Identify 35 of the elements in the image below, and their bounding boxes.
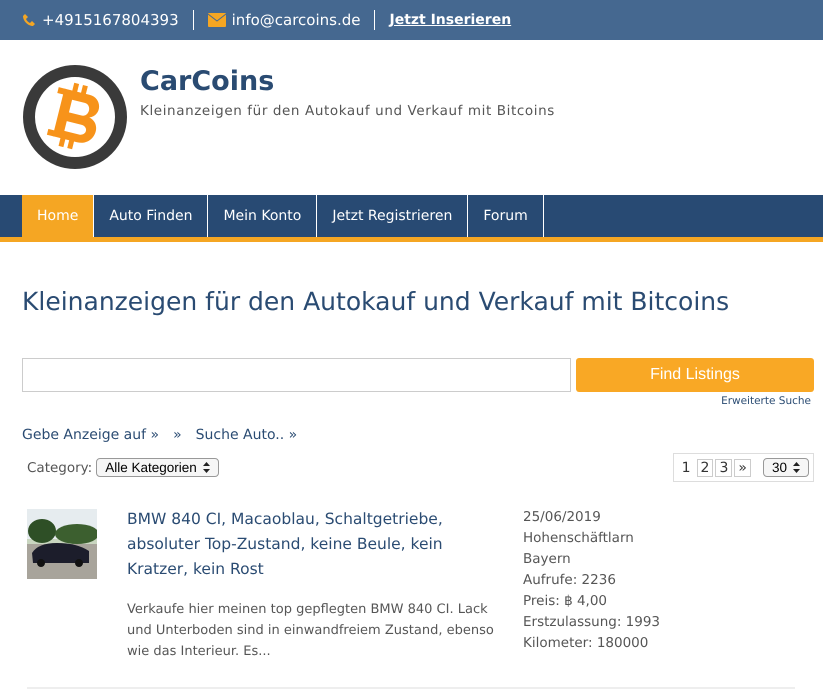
per-page-dropdown[interactable]: 30 bbox=[762, 458, 809, 477]
listing-detail: Bayern bbox=[523, 550, 572, 569]
page-link[interactable]: 2 bbox=[696, 458, 714, 476]
nav-link[interactable]: Suche Auto.. » bbox=[196, 427, 298, 443]
search-field[interactable] bbox=[22, 358, 571, 392]
listing-detail: Preis: ฿ 4,00 bbox=[523, 592, 608, 611]
page-heading: Kleinanzeigen für den Autokauf und Verkauf mit Bitcoins bbox=[22, 287, 730, 316]
listing-title[interactable]: BMW 840 CI, Macaoblau, Schaltgetriebe, absoluter Top-Zustand, keine Beule, kein Kratzer, kein Rost bbox=[127, 507, 502, 582]
nav-tab[interactable]: Auto Finden bbox=[94, 195, 208, 237]
listing-detail: 25/06/2019 bbox=[523, 508, 602, 527]
updown-icon bbox=[202, 462, 210, 473]
updown-icon bbox=[793, 462, 800, 473]
site-title[interactable]: CarCoins bbox=[140, 66, 555, 97]
listing-detail: Erstzulassung: 1993 bbox=[523, 613, 660, 632]
site-tagline: Kleinanzeigen für den Autokauf und Verkauf mit Bitcoins bbox=[140, 103, 555, 119]
listing-detail: Kilometer: 180000 bbox=[523, 634, 650, 653]
page-link[interactable]: 3 bbox=[715, 458, 732, 476]
nav-tab[interactable]: Mein Konto bbox=[208, 195, 318, 237]
listing-detail: Aufrufe: 2236 bbox=[523, 571, 617, 590]
phone-number: +4915167804393 bbox=[42, 11, 179, 29]
phone-icon bbox=[22, 13, 36, 27]
nav-tab[interactable]: Jetzt Registrieren bbox=[317, 195, 468, 237]
listing-detail: Hohenschäftlarn bbox=[523, 529, 635, 548]
nav-link[interactable]: » bbox=[173, 427, 182, 443]
page-link[interactable]: » bbox=[734, 458, 751, 476]
category-dropdown[interactable]: Alle Kategorien bbox=[96, 458, 219, 477]
email-address: info@carcoins.de bbox=[232, 11, 360, 29]
nav-link[interactable]: Gebe Anzeige auf » bbox=[22, 427, 160, 443]
envelope-icon bbox=[208, 13, 226, 27]
page-link[interactable]: 1 bbox=[678, 458, 695, 476]
category-label: Category: bbox=[27, 460, 92, 476]
post-ad-link[interactable]: Jetzt Inserieren bbox=[389, 12, 512, 28]
nav-tab[interactable]: Forum bbox=[468, 195, 544, 237]
listing-excerpt: Verkaufe hier meinen top gepflegten BMW 840 CI. Lack und Unterboden sind in einwandfreiem Zustand, ebenso wie das Interieur. Es... bbox=[127, 601, 495, 661]
advanced-search-link[interactable]: Erweiterte Suche bbox=[0, 395, 811, 407]
